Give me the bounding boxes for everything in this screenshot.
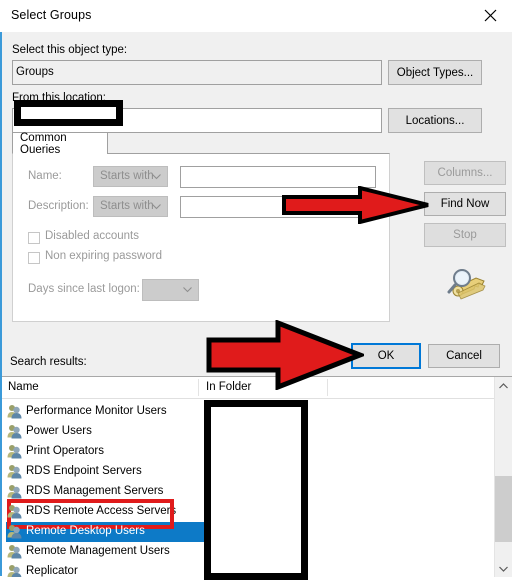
column-divider[interactable] (327, 379, 328, 396)
group-icon (7, 484, 23, 502)
name-operator-value: Starts with (100, 170, 154, 182)
results-column-header: Name In Folder (2, 377, 512, 399)
find-now-button[interactable]: Find Now (424, 192, 506, 216)
cancel-button[interactable]: Cancel (428, 344, 500, 368)
tab-common-queries-label: Common Queries (20, 131, 67, 156)
black-redaction-box-location (14, 100, 123, 126)
scrollbar-thumb[interactable] (495, 476, 512, 542)
non-expiring-password-label: Non expiring password (45, 250, 162, 262)
name-input[interactable] (180, 166, 376, 188)
close-icon[interactable] (468, 0, 512, 30)
row-name: Performance Monitor Users (26, 405, 167, 417)
column-divider[interactable] (198, 379, 199, 396)
group-icon (7, 424, 23, 442)
row-name: RDS Management Servers (26, 485, 164, 497)
group-icon (7, 524, 23, 542)
non-expiring-password-checkbox[interactable] (28, 252, 40, 264)
chevron-up-icon[interactable] (495, 377, 512, 394)
object-type-label: Select this object type: (12, 44, 128, 56)
description-input[interactable] (180, 196, 376, 218)
name-label: Name: (28, 170, 62, 182)
chevron-down-icon (152, 171, 161, 183)
group-icon (7, 404, 23, 422)
tab-strip: Common Queries (12, 131, 390, 156)
group-icon (7, 544, 23, 562)
black-redaction-box-in-folder (204, 400, 308, 580)
tab-common-queries[interactable]: Common Queries (12, 131, 108, 156)
tab-panel-seam (13, 153, 107, 154)
row-name: Remote Management Users (26, 545, 170, 557)
magnifier-key-icon (446, 268, 486, 307)
ok-button[interactable]: OK (351, 343, 421, 369)
days-since-last-logon-label: Days since last logon: (28, 283, 140, 295)
name-operator-select[interactable]: Starts with (93, 166, 168, 187)
results-scrollbar[interactable] (494, 377, 512, 577)
column-header-name[interactable]: Name (8, 381, 39, 393)
disabled-accounts-label: Disabled accounts (45, 230, 139, 242)
description-operator-select[interactable]: Starts with (93, 196, 168, 217)
disabled-accounts-checkbox[interactable] (28, 232, 40, 244)
chevron-down-icon[interactable] (495, 560, 512, 577)
window-title: Select Groups (11, 8, 92, 22)
description-operator-value: Starts with (100, 200, 154, 212)
object-type-value: Groups (16, 66, 54, 78)
group-icon (7, 504, 23, 522)
group-icon (7, 464, 23, 482)
row-name: RDS Endpoint Servers (26, 465, 142, 477)
column-header-in-folder[interactable]: In Folder (206, 381, 251, 393)
select-groups-dialog: Select Groups Select this object type: G… (0, 0, 512, 580)
row-name: Power Users (26, 425, 92, 437)
object-types-button[interactable]: Object Types... (388, 60, 482, 85)
chevron-down-icon (183, 284, 192, 296)
row-name: Remote Desktop Users (26, 525, 145, 537)
locations-button[interactable]: Locations... (388, 108, 482, 133)
days-since-last-logon-select[interactable] (142, 279, 199, 301)
chevron-down-icon (152, 201, 161, 213)
description-label: Description: (28, 200, 89, 212)
stop-button[interactable]: Stop (424, 223, 506, 247)
search-results-label: Search results: (10, 356, 87, 368)
title-bar: Select Groups (0, 0, 512, 32)
group-icon (7, 444, 23, 462)
group-icon (7, 564, 23, 577)
columns-button[interactable]: Columns... (424, 161, 506, 185)
row-name: Replicator (26, 565, 78, 577)
row-name: Print Operators (26, 445, 104, 457)
object-type-field[interactable]: Groups (12, 60, 382, 85)
